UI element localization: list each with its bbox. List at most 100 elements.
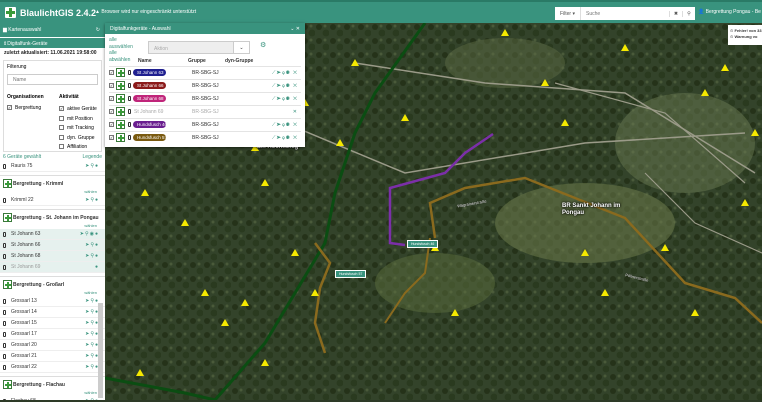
collapse-close-icons[interactable]: ⌄ ✕ — [290, 26, 300, 32]
select-group-link[interactable]: wählen — [84, 223, 97, 228]
phone-icon — [3, 253, 6, 259]
bergrettung-logo-icon — [3, 380, 12, 389]
row-action-icons[interactable]: ⟋➤⚲◉ ✕ — [272, 70, 298, 76]
row-action-icons[interactable]: ✕ — [293, 109, 298, 115]
org-checkbox-bergrettung[interactable]: ✓ Bergrettung — [7, 105, 41, 111]
device-row[interactable]: Grossarl 15 ➤⚲● — [0, 318, 105, 329]
row-checkbox[interactable]: ✓ — [109, 96, 114, 101]
device-row[interactable]: Grossarl 22 ➤⚲● — [0, 362, 105, 373]
device-table-row[interactable]: ✓ Hundsfusch 57 BR-SBG-SJ ⟋➤⚲◉ ✕ — [109, 131, 301, 143]
clear-icon[interactable]: ✖ — [669, 10, 682, 17]
row-action-icons[interactable]: ⟋➤⚲◉ ✕ — [272, 122, 298, 128]
device-action-icons[interactable]: ➤⚲● — [85, 253, 99, 259]
device-row[interactable]: St Johann 63 ➤⚲◉● — [0, 229, 105, 240]
phone-icon — [3, 298, 6, 304]
panel-header: Digitalfunkgeräte - Auswahl ⌄ ✕ — [105, 23, 305, 34]
filter-dropdown[interactable]: Filter ▾ — [555, 7, 581, 20]
legend-link[interactable]: Legende — [83, 154, 102, 161]
map-select-header[interactable]: ▆ Kartenauswahl ↻ — [0, 23, 105, 37]
row-action-icons[interactable]: ⟋➤⚲◉ ✕ — [272, 83, 298, 89]
row-checkbox[interactable]: ✓ — [109, 135, 114, 140]
device-action-icons[interactable]: ➤⚲● — [85, 197, 99, 203]
device-row[interactable]: Grossarl 20 ➤⚲● — [0, 340, 105, 351]
app-title: BlaulichtGIS 2.4.2 — [20, 8, 97, 18]
device-action-icons[interactable]: ➤⚲◉● — [80, 231, 99, 237]
select-group-link[interactable]: wählen — [84, 390, 97, 395]
device-action-icons[interactable]: ➤⚲● — [85, 353, 99, 359]
phone-icon — [3, 163, 6, 169]
phone-icon — [3, 264, 6, 270]
action-select[interactable]: Aktion ⌄ — [148, 41, 250, 54]
select-group-link[interactable]: wählen — [84, 290, 97, 295]
device-table-row[interactable]: ✓ Hundsfusch 46 BR-SBG-SJ ⟋➤⚲◉ ✕ — [109, 118, 301, 130]
device-action-icons[interactable]: ➤⚲● — [85, 309, 99, 315]
search-icon[interactable]: ⚲ — [682, 10, 695, 17]
scrollbar[interactable] — [98, 303, 103, 398]
device-action-icons[interactable]: ➤⚲● — [85, 342, 99, 348]
activity-checkbox[interactable]: mit Position — [59, 115, 97, 125]
group-header: Bergrettung - Großarl wählen — [0, 276, 105, 296]
device-row[interactable]: St Johann 68 ➤⚲● — [0, 251, 105, 262]
refresh-icon[interactable]: ↻ — [96, 27, 100, 33]
row-checkbox[interactable]: ✓ — [109, 83, 114, 88]
device-row[interactable]: Grossarl 21 ➤⚲● — [0, 351, 105, 362]
group-cell: BR-SBG-SJ — [192, 134, 219, 141]
device-row[interactable]: Krimml 22 ➤⚲● — [0, 195, 105, 206]
app-header: BlaulichtGIS 2.4.2 ▲ Browser wird nur ei… — [0, 0, 762, 23]
device-row[interactable]: Grossarl 17 ➤⚲● — [0, 329, 105, 340]
activity-checkbox[interactable]: ✓ aktive Geräte — [59, 105, 97, 115]
device-tag[interactable]: Hundsfusch 57 — [335, 270, 367, 278]
device-action-icons[interactable]: ➤⚲● — [85, 163, 99, 169]
user-icon: 👤 — [698, 9, 705, 15]
row-checkbox[interactable]: ✓ — [109, 109, 114, 114]
device-action-icons[interactable]: ➤⚲● — [85, 364, 99, 370]
device-action-icons[interactable]: ➤⚲● — [85, 242, 99, 248]
row-action-icons[interactable]: ⟋➤⚲◉ ✕ — [272, 135, 298, 141]
device-row[interactable]: St Johann 69 ● — [0, 262, 105, 273]
user-menu[interactable]: 👤 Bergrettung Pongau - Be — [698, 9, 761, 15]
device-row[interactable]: Flachau 68➤⚲● — [0, 396, 105, 400]
column-header-name[interactable]: Name — [138, 58, 152, 64]
activity-checkbox[interactable]: dyn. Gruppe — [59, 134, 97, 144]
meadow — [445, 38, 565, 88]
bergrettung-logo-icon — [116, 81, 125, 90]
gear-icon[interactable]: ⚙ — [260, 41, 266, 49]
section-header[interactable]: ⇕Digitalfunk-Geräte — [0, 37, 105, 48]
activity-checkbox[interactable]: Affiliation — [59, 143, 97, 153]
meadow — [615, 93, 755, 193]
select-group-link[interactable]: wählen — [84, 189, 97, 194]
device-action-icons[interactable]: ➤⚲● — [85, 331, 99, 337]
app-logo-icon — [5, 7, 16, 18]
bergrettung-logo-icon — [116, 94, 125, 103]
activity-checkbox[interactable]: mit Tracking — [59, 124, 97, 134]
device-row[interactable]: St Johann 66 ➤⚲● — [0, 240, 105, 251]
notification-box[interactable]: ⊙ Fehler! von 33 ⊙ Warnung vo — [728, 25, 762, 45]
device-action-icons[interactable]: ➤⚲● — [85, 320, 99, 326]
device-row[interactable]: Rauris 75 ➤⚲● — [0, 161, 105, 172]
device-tag[interactable]: Hundsfusch 46 — [407, 240, 439, 248]
chevron-down-icon: ⌄ — [233, 42, 249, 53]
deselect-all-link[interactable]: alle abwählen — [109, 50, 139, 63]
row-checkbox[interactable]: ✓ — [109, 70, 114, 75]
phone-icon — [128, 70, 131, 75]
column-header-group[interactable]: Gruppe — [188, 58, 206, 64]
phone-icon — [3, 197, 6, 203]
name-filter-input[interactable] — [7, 74, 98, 85]
bergrettung-logo-icon — [116, 120, 125, 129]
row-action-icons[interactable]: ⟋➤⚲◉ ✕ — [272, 96, 298, 102]
device-table-row[interactable]: ✓ St Johann 63 BR-SBG-SJ ⟋➤⚲◉ ✕ — [109, 66, 301, 78]
device-table-row[interactable]: ✓ St Johann 68 BR-SBG-SJ ⟋➤⚲◉ ✕ — [109, 92, 301, 104]
device-action-icons[interactable]: ● — [95, 264, 99, 270]
group-cell: BR-SBG-SJ — [192, 82, 219, 89]
select-all-link[interactable]: alle auswählen — [109, 37, 139, 50]
device-table-row[interactable]: ✓ St Johann 66 BR-SBG-SJ ⟋➤⚲◉ ✕ — [109, 79, 301, 91]
row-checkbox[interactable]: ✓ — [109, 122, 114, 127]
column-header-dyn-group[interactable]: dyn-Gruppe — [225, 58, 253, 64]
search-input[interactable] — [581, 10, 669, 17]
device-table-row[interactable]: ✓ St Johann 69 BR-SBG-SJ ✕ — [109, 105, 301, 117]
device-row[interactable]: Grossarl 13 ➤⚲● — [0, 296, 105, 307]
phone-icon — [3, 309, 6, 315]
bergrettung-logo-icon — [3, 213, 12, 222]
device-action-icons[interactable]: ➤⚲● — [85, 298, 99, 304]
device-row[interactable]: Grossarl 14 ➤⚲● — [0, 307, 105, 318]
